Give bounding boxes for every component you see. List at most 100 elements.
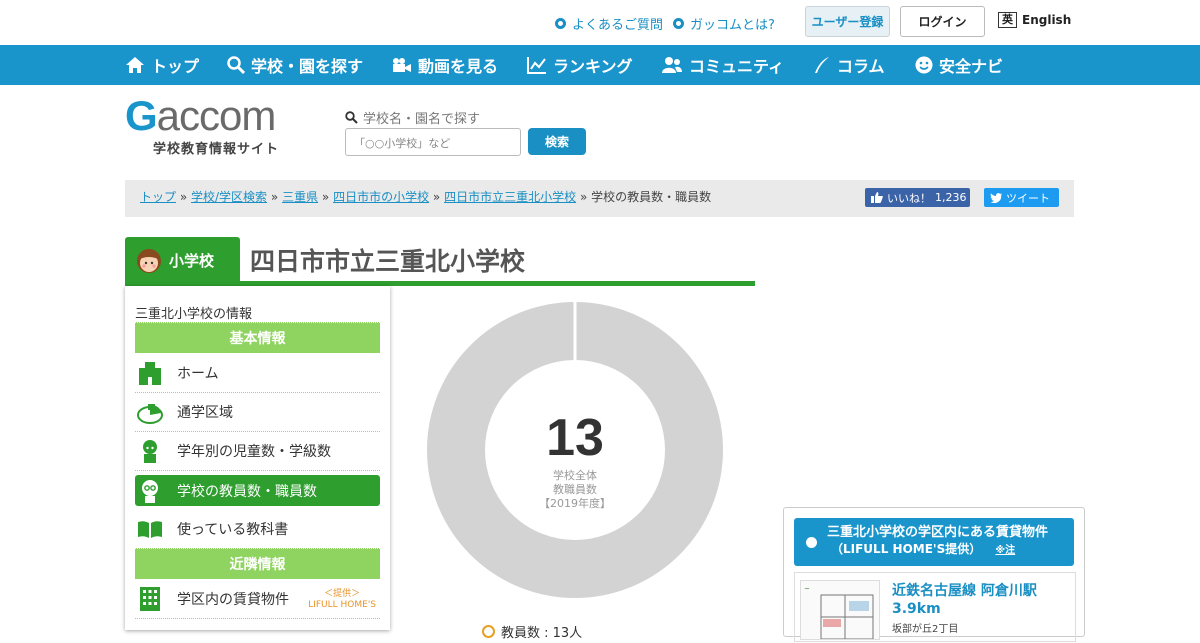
sidebar-item-textbooks[interactable]: 使っている教科書 — [135, 510, 380, 549]
nav-label: 動画を見る — [418, 57, 499, 76]
circle-bullet-icon — [806, 536, 817, 548]
circle-bullet-icon — [555, 18, 566, 29]
english-badge: 英 — [998, 12, 1017, 28]
book-icon — [137, 516, 163, 542]
sidebar-item-teachers[interactable]: 学校の教員数・職員数 — [135, 475, 380, 506]
staff-total: 13 — [546, 409, 604, 467]
logo-subtitle: 学校教育情報サイト — [153, 142, 280, 157]
nav-item-safety[interactable]: 安全ナビ — [915, 45, 1003, 85]
nav-label: ランキング — [553, 57, 633, 76]
nav-label: 学校・園を探す — [251, 57, 364, 76]
like-label: いいね！ — [887, 191, 931, 205]
teacher-bullet-icon — [482, 625, 495, 638]
top-bar: よくあるご質問 ガッコムとは? ユーザー登録 ログイン 英 English — [0, 0, 1200, 45]
smile-icon — [915, 56, 933, 74]
about-link[interactable]: ガッコムとは? — [673, 14, 775, 33]
breadcrumb-link[interactable]: 学校/学区検索 — [191, 190, 267, 204]
breadcrumb-link[interactable]: 四日市市の小学校 — [333, 190, 429, 204]
nav-item-video[interactable]: 動画を見る — [392, 45, 498, 85]
sidebar-item-rental[interactable]: 学区内の賃貸物件 ＜提供＞ LIFULL HOME'S — [135, 580, 380, 619]
school-building-icon — [137, 360, 163, 386]
breadcrumb-link[interactable]: 四日市市立三重北小学校 — [444, 190, 576, 204]
provider-top: ＜提供＞ — [324, 589, 361, 599]
like-count: 1,236 — [935, 191, 967, 204]
sidebar-section-basic: 基本情報 — [135, 322, 380, 353]
tweet-button[interactable]: ツイート — [984, 188, 1059, 207]
floor-plan-image: ~ — [800, 580, 880, 640]
sidebar-item-students[interactable]: 学年別の児童数・学級数 — [135, 432, 380, 471]
teacher-count-label: 教員数 : 13人 — [501, 626, 583, 641]
pen-icon — [815, 57, 829, 73]
sidebar-item-label: 通学区域 — [177, 405, 233, 421]
search-label-text: 学校名・園名で探す — [363, 112, 481, 127]
facebook-like-button[interactable]: いいね！ 1,236 — [865, 188, 970, 207]
register-button[interactable]: ユーザー登録 — [805, 6, 890, 37]
rental-station: 近鉄名古屋線 阿倉川駅 3.9km — [892, 583, 1037, 617]
nav-item-community[interactable]: コミュニティ — [661, 45, 784, 85]
twitter-bird-icon — [990, 192, 1002, 203]
svg-text:~: ~ — [804, 585, 810, 593]
breadcrumb-link[interactable]: 三重県 — [282, 190, 318, 204]
breadcrumb-link[interactable]: トップ — [140, 190, 176, 204]
faq-label: よくあるご質問 — [572, 18, 664, 33]
nav-item-column[interactable]: コラム — [813, 45, 885, 85]
nav-label: コミュニティ — [689, 57, 785, 76]
logo-word: accom — [156, 92, 277, 139]
english-link[interactable]: 英 English — [998, 12, 1071, 28]
sidebar-item-label: 学区内の賃貸物件 — [177, 592, 289, 608]
staff-donut-chart: 13 学校全体 教職員数 【2019年度】 — [425, 300, 725, 600]
teacher-icon — [137, 478, 163, 504]
provider-credit: ＜提供＞ LIFULL HOME'S — [308, 589, 376, 611]
search-label: 学校名・園名で探す — [345, 108, 480, 127]
rental-subtitle: （LIFULL HOME'S提供） — [831, 542, 982, 556]
nav-label: トップ — [151, 57, 200, 76]
school-type-tab: 小学校 — [125, 237, 240, 283]
rental-header[interactable]: 三重北小学校の学区内にある賃貸物件 （LIFULL HOME'S提供） ※注 — [794, 518, 1074, 566]
video-icon — [393, 58, 411, 72]
sidebar-item-label: 学校の教員数・職員数 — [177, 483, 317, 500]
login-button[interactable]: ログイン — [900, 6, 985, 37]
teacher-count-row: 教員数 : 13人 — [482, 622, 582, 641]
search-input[interactable]: 「○○小学校」など — [345, 128, 521, 156]
english-label: English — [1022, 13, 1072, 27]
breadcrumb-sep: » — [179, 190, 188, 204]
sidebar-item-home[interactable]: ホーム — [135, 354, 380, 393]
breadcrumb-sep: » — [432, 190, 441, 204]
chart-icon — [527, 57, 546, 74]
nav-label: コラム — [837, 57, 885, 76]
staff-caption-1: 学校全体 — [553, 468, 597, 482]
breadcrumb-sep: » — [321, 190, 330, 204]
gaccom-logo[interactable]: Gaccom 学校教育情報サイト — [125, 95, 307, 158]
nav-item-search[interactable]: 学校・園を探す — [227, 45, 363, 85]
search-button[interactable]: 検索 — [528, 128, 586, 155]
nav-item-ranking[interactable]: ランキング — [527, 45, 633, 85]
home-icon — [126, 57, 144, 73]
breadcrumb-sep: » — [270, 190, 279, 204]
apartment-icon — [137, 586, 163, 612]
sidebar-item-area[interactable]: 通学区域 — [135, 393, 380, 432]
staff-caption-2: 教職員数 — [553, 483, 597, 496]
nav-item-top[interactable]: トップ — [125, 45, 199, 85]
sidebar-section-nearby: 近隣情報 — [135, 548, 380, 579]
school-name: 四日市市立三重北小学校 — [250, 247, 526, 276]
rental-listing[interactable]: ~ 近鉄名古屋線 阿倉川駅 3.9km 坂部が丘2丁目 — [794, 572, 1076, 642]
rental-distance: 3.9km — [892, 601, 941, 617]
faq-link[interactable]: よくあるご質問 — [555, 14, 663, 33]
search-icon — [227, 56, 245, 74]
sidebar-item-label: 使っている教科書 — [177, 522, 289, 538]
tweet-label: ツイート — [1006, 191, 1050, 205]
logo-letter: G — [125, 92, 158, 139]
sidebar-item-label: 学年別の児童数・学級数 — [177, 444, 331, 460]
people-icon — [662, 57, 682, 73]
map-area-icon — [137, 399, 163, 425]
rental-note-link[interactable]: ※注 — [995, 545, 1015, 556]
donut-ring: 13 学校全体 教職員数 【2019年度】 — [427, 300, 723, 598]
search-icon — [345, 111, 358, 124]
about-label: ガッコムとは? — [690, 18, 775, 33]
rental-address: 坂部が丘2丁目 — [892, 624, 959, 635]
breadcrumb-sep: » — [579, 190, 588, 204]
rental-title: 三重北小学校の学区内にある賃貸物件 — [827, 525, 1049, 540]
sidebar-title: 三重北小学校の情報 — [135, 307, 253, 322]
provider-name: LIFULL HOME'S — [308, 600, 376, 610]
thumbs-up-icon — [871, 192, 883, 203]
